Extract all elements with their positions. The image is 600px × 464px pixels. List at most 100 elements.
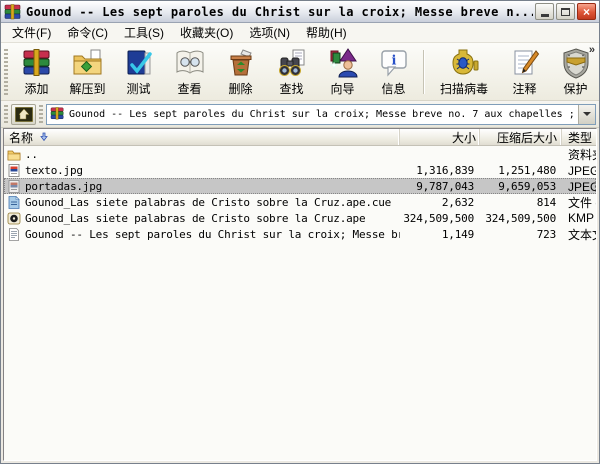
table-row[interactable]: texto.jpg 1,316,839 1,251,480 JPEG 图像 (4, 162, 596, 178)
toolbar-separator (423, 50, 425, 94)
minimize-button[interactable] (535, 3, 554, 20)
minimize-icon (540, 13, 549, 17)
file-packed-size: 1,251,480 (498, 163, 556, 177)
toolbar-button-label: 注释 (512, 82, 537, 96)
table-row-parent-dir[interactable]: .. 资料夹 (4, 146, 596, 162)
toolbar-button-delete[interactable]: 删除 (215, 45, 266, 97)
column-header-name[interactable]: 名称 (4, 129, 400, 145)
txt-file-icon (7, 227, 21, 241)
column-headers: 名称 大小 压缩后大小 类型 (4, 129, 596, 146)
winrar-books-icon (4, 3, 22, 20)
table-row-selected[interactable]: portadas.jpg 9,787,043 9,659,053 JPEG 图像 (4, 178, 596, 194)
combobox-dropdown-button[interactable] (578, 104, 595, 124)
test-archive-icon (123, 46, 155, 80)
toolbar-button-label: 解压到 (69, 82, 106, 96)
file-type: 文件 cue (568, 195, 596, 210)
menu-tools[interactable]: 工具(S) (116, 22, 172, 43)
winrar-window: Gounod -- Les sept paroles du Christ sur… (0, 0, 600, 464)
file-list-panel: 名称 大小 压缩后大小 类型 .. 资料 texto.jpg 1,316,839… (3, 128, 597, 461)
maximize-button[interactable] (556, 3, 575, 20)
toolbar-button-label: 向导 (330, 82, 355, 96)
virus-scan-icon (448, 46, 480, 80)
comment-icon (509, 46, 541, 80)
file-size: 1,316,839 (416, 163, 474, 177)
table-row[interactable]: Gounod_Las siete palabras de Cristo sobr… (4, 194, 596, 210)
find-icon (276, 46, 308, 80)
ape-file-icon (7, 212, 21, 225)
delete-icon (225, 46, 257, 80)
menu-help[interactable]: 帮助(H) (298, 22, 355, 43)
file-packed-size: 814 (536, 195, 556, 209)
toolbar-grip[interactable] (4, 49, 8, 95)
cue-file-icon (7, 195, 21, 209)
jpeg-file-icon (7, 163, 21, 177)
file-name: texto.jpg (25, 163, 83, 177)
toolbar-button-test[interactable]: 测试 (113, 45, 164, 97)
file-packed-size: 324,509,500 (485, 211, 556, 225)
file-size: 1,149 (441, 227, 474, 241)
table-row[interactable]: Gounod_Las siete palabras de Cristo sobr… (4, 210, 596, 226)
file-name: Gounod -- Les sept paroles du Christ sur… (25, 227, 400, 241)
sort-down-icon (39, 132, 49, 142)
file-type: JPEG 图像 (568, 179, 596, 194)
toolbar-button-extract[interactable]: 解压到 (62, 45, 113, 97)
toolbar-overflow-chevron[interactable]: » (589, 44, 595, 56)
column-header-size[interactable]: 大小 (400, 129, 480, 145)
addressbar-grip[interactable] (39, 105, 43, 123)
file-packed-size: 723 (536, 227, 556, 241)
menu-commands[interactable]: 命令(C) (59, 22, 116, 43)
winrar-books-icon (50, 107, 66, 121)
chevron-down-icon (583, 112, 591, 116)
svg-text:i: i (391, 54, 396, 69)
toolbar-button-label: 查找 (279, 82, 304, 96)
toolbar-button-label: 添加 (24, 82, 49, 96)
close-button[interactable]: × (577, 3, 596, 20)
wizard-icon (327, 46, 359, 80)
toolbar-button-label: 查看 (177, 82, 202, 96)
menu-file[interactable]: 文件(F) (4, 22, 59, 43)
file-name: Gounod_Las siete palabras de Cristo sobr… (25, 195, 392, 209)
file-name: Gounod_Las siete palabras de Cristo sobr… (25, 211, 366, 225)
jpeg-file-icon (7, 179, 21, 193)
file-rows: .. 资料夹 texto.jpg (4, 146, 596, 460)
file-name: portadas.jpg (25, 179, 103, 193)
toolbar-button-scan-virus[interactable]: 扫描病毒 (429, 45, 499, 97)
address-bar: Gounod -- Les sept paroles du Christ sur… (1, 101, 599, 128)
menu-favorites[interactable]: 收藏夹(O) (172, 22, 241, 43)
column-header-packed[interactable]: 压缩后大小 (480, 129, 562, 145)
file-type: JPEG 图像 (568, 163, 596, 178)
toolbar: 添加 解压到 测试 查看 删除 查找 向导 i 信息 扫描病毒 注释 保护 » (1, 43, 599, 101)
toolbar-button-label: 扫描病毒 (439, 82, 488, 96)
maximize-icon (561, 7, 570, 16)
add-archive-icon (21, 46, 53, 80)
up-one-level-button[interactable] (11, 103, 36, 125)
toolbar-button-info[interactable]: i 信息 (368, 45, 419, 97)
toolbar-button-view[interactable]: 查看 (164, 45, 215, 97)
toolbar-button-label: 信息 (381, 82, 406, 96)
menu-bar: 文件(F) 命令(C) 工具(S) 收藏夹(O) 选项(N) 帮助(H) (1, 23, 599, 43)
column-header-type[interactable]: 类型 (562, 129, 596, 145)
close-icon: × (582, 4, 590, 19)
file-packed-size: 9,659,053 (498, 179, 556, 193)
extract-to-icon (72, 46, 104, 80)
file-type: KMP - ... (568, 211, 596, 225)
titlebar[interactable]: Gounod -- Les sept paroles du Christ sur… (1, 1, 599, 23)
archive-path-combobox[interactable]: Gounod -- Les sept paroles du Christ sur… (46, 103, 596, 125)
toolbar-button-add[interactable]: 添加 (11, 45, 62, 97)
table-row[interactable]: Gounod -- Les sept paroles du Christ sur… (4, 226, 596, 242)
toolbar-button-label: 删除 (228, 82, 253, 96)
folder-up-arrow-icon (14, 106, 33, 122)
file-size: 324,509,500 (403, 211, 474, 225)
toolbar-button-label: 测试 (126, 82, 151, 96)
toolbar-button-wizard[interactable]: 向导 (317, 45, 368, 97)
addressbar-grip[interactable] (4, 105, 8, 123)
menu-options[interactable]: 选项(N) (241, 22, 298, 43)
toolbar-button-comment[interactable]: 注释 (499, 45, 550, 97)
column-header-label: 名称 (9, 130, 34, 145)
toolbar-button-find[interactable]: 查找 (266, 45, 317, 97)
folder-up-icon (7, 148, 21, 161)
file-name: .. (25, 147, 38, 161)
file-type: 资料夹 (568, 147, 596, 162)
view-file-icon (174, 46, 206, 80)
file-size: 9,787,043 (416, 179, 474, 193)
